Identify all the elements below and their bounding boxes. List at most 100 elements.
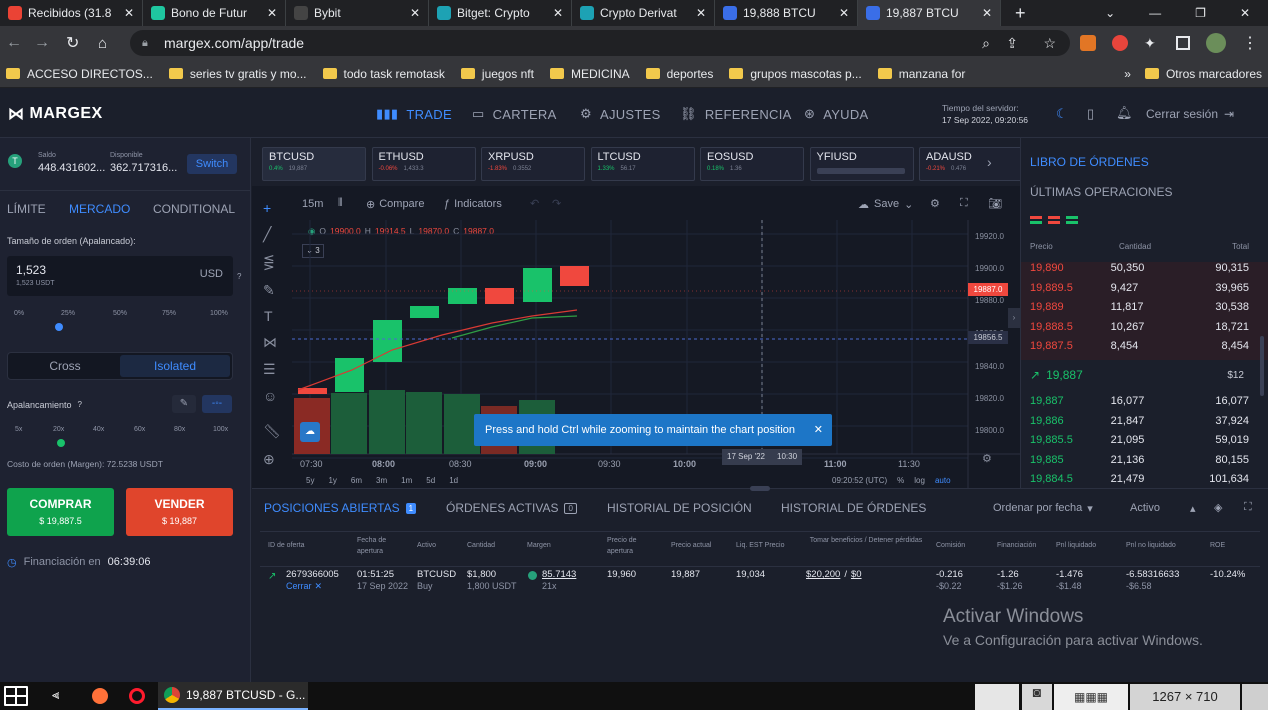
extension-icon[interactable]: [1112, 35, 1128, 51]
bookmark-folder[interactable]: MEDICINA: [549, 67, 630, 81]
bookmark-folder[interactable]: juegos nft: [460, 67, 534, 81]
tab-position-history[interactable]: HISTORIAL DE POSICIÓN: [607, 501, 752, 515]
nav-trade[interactable]: ▮▮▮ TRADE: [376, 106, 452, 122]
ruler-lines-icon[interactable]: ☰: [263, 361, 276, 378]
bookmark-folder[interactable]: series tv gratis y mo...: [168, 67, 307, 81]
bookmark-star-icon[interactable]: ☆: [1043, 35, 1056, 52]
firefox-icon[interactable]: [92, 688, 108, 704]
fib-icon[interactable]: ⋚: [263, 254, 275, 271]
windows-start-icon[interactable]: [4, 686, 28, 706]
browser-tab[interactable]: Crypto Derivat ✕: [572, 0, 715, 26]
compare-button[interactable]: ⊕ Compare: [366, 198, 424, 211]
notification-icon[interactable]: [1242, 684, 1268, 710]
opera-icon[interactable]: [129, 688, 145, 704]
nav-wallet[interactable]: ▭ CARTERA: [472, 106, 557, 122]
interval-button[interactable]: 15m: [302, 198, 323, 210]
browser-tab[interactable]: Bybit ✕: [286, 0, 429, 26]
moon-icon[interactable]: ☾: [1056, 106, 1068, 122]
nav-settings[interactable]: ⚙ AJUSTES: [580, 106, 661, 122]
asks-row[interactable]: 19,889.5 9,427 39,965: [1021, 282, 1268, 301]
tab-search-icon[interactable]: ⌄: [1105, 0, 1115, 26]
chevron-right-icon[interactable]: ›: [987, 154, 992, 170]
tp-sl-value[interactable]: $20,200/$0: [806, 569, 862, 580]
url-field[interactable]: 🔒︎ margex.com/app/trade ⌕ ⇪ ☆: [130, 30, 1070, 56]
edit-icon[interactable]: ✎: [172, 395, 196, 413]
reload-icon[interactable]: ↻: [66, 33, 79, 53]
size-slider[interactable]: 0% 25% 50% 75% 100%: [7, 308, 235, 332]
close-icon[interactable]: ✕: [814, 414, 823, 446]
margex-logo[interactable]: ⋈ MARGEX: [8, 104, 103, 124]
bookmark-folder-other[interactable]: Otros marcadores: [1144, 67, 1262, 81]
brush-icon[interactable]: ✎: [263, 282, 275, 299]
ticker-ltcusd[interactable]: LTCUSD 1.33% 56.17: [590, 147, 695, 181]
tab-limit[interactable]: LÍMITE: [7, 202, 46, 216]
asks-row[interactable]: 19,890 50,350 90,315: [1021, 262, 1268, 281]
extensions-puzzle-icon[interactable]: ✦: [1144, 35, 1156, 52]
record-icon[interactable]: [975, 684, 1019, 710]
metamask-icon[interactable]: [1080, 35, 1096, 51]
menu-icon[interactable]: ⋮: [1242, 33, 1258, 53]
collapse-handle-icon[interactable]: ›: [1008, 308, 1020, 328]
order-size-input[interactable]: 1,523 1,523 USDT USD: [7, 256, 233, 296]
back-icon[interactable]: ←: [6, 34, 22, 52]
sidepanel-icon[interactable]: [1176, 36, 1190, 50]
text-icon[interactable]: T: [264, 308, 273, 324]
recent-trades-tab[interactable]: ÚLTIMAS OPERACIONES: [1030, 185, 1172, 199]
browser-tab-active[interactable]: 19,887 BTCU ✕: [858, 0, 1001, 26]
leverage-slider[interactable]: 5x 20x 40x 60x 80x 100x: [7, 424, 235, 450]
active-filter[interactable]: Activo ▴: [1130, 502, 1196, 515]
tab-open-positions[interactable]: POSICIONES ABIERTAS 1: [264, 501, 417, 515]
home-icon[interactable]: ⌂: [98, 35, 107, 52]
close-icon[interactable]: ✕: [553, 6, 563, 20]
help-icon[interactable]: ?: [78, 400, 82, 410]
cross-mode[interactable]: Cross: [10, 355, 120, 377]
fullscreen-icon[interactable]: ⛶: [960, 197, 968, 210]
bookmark-folder[interactable]: deportes: [645, 67, 713, 81]
close-icon[interactable]: ✕: [267, 6, 277, 20]
help-icon[interactable]: ?: [237, 272, 241, 281]
browser-tab[interactable]: Bitget: Crypto ✕: [429, 0, 572, 26]
window-close-icon[interactable]: ✕: [1240, 0, 1250, 26]
trendline-icon[interactable]: ╱: [263, 226, 271, 243]
bookmark-folder[interactable]: grupos mascotas p...: [729, 67, 862, 81]
logout-button[interactable]: Cerrar sesión ⇥: [1146, 107, 1234, 121]
emoji-icon[interactable]: ☺: [263, 388, 277, 404]
tab-active-orders[interactable]: ÓRDENES ACTIVAS 0: [446, 501, 577, 515]
book-asks-icon[interactable]: [1048, 216, 1060, 224]
more-bookmarks-icon[interactable]: »: [1124, 67, 1131, 81]
pattern-icon[interactable]: ⋈: [263, 334, 277, 351]
zoom-icon[interactable]: ⌕: [982, 35, 990, 52]
indicators-button[interactable]: ƒ Indicators: [444, 198, 502, 210]
bookmark-folder[interactable]: todo task remotask: [322, 67, 445, 81]
ticker-btcusd[interactable]: BTCUSD 0.4% 19,887: [262, 147, 366, 181]
book-bids-icon[interactable]: [1066, 216, 1078, 224]
buy-button[interactable]: COMPRAR $ 19,887.5: [7, 488, 114, 536]
crosshair-icon[interactable]: +: [263, 200, 271, 216]
redo-icon[interactable]: ↷: [552, 197, 561, 210]
close-icon[interactable]: ✕: [410, 6, 420, 20]
bookmark-folder[interactable]: ACCESO DIRECTOS...: [6, 67, 153, 81]
eye-icon[interactable]: ◈: [1214, 501, 1222, 514]
asks-row[interactable]: 19,888.5 10,267 18,721: [1021, 321, 1268, 340]
ticker-adausd[interactable]: ADAUSD -0.21% 0.476: [919, 147, 1023, 181]
timeaxis-settings-icon[interactable]: ⚙: [982, 452, 992, 465]
switch-button[interactable]: Switch: [187, 154, 237, 174]
share-icon[interactable]: ⇪: [1006, 35, 1018, 52]
new-tab-icon[interactable]: +: [1001, 0, 1040, 26]
minimize-icon[interactable]: —: [1149, 0, 1161, 26]
undo-icon[interactable]: ↶: [530, 197, 539, 210]
asks-row[interactable]: 19,889 11,817 30,538: [1021, 301, 1268, 320]
bids-row[interactable]: 19,885.5 21,095 59,019: [1021, 434, 1268, 453]
forward-icon[interactable]: →: [34, 34, 50, 52]
bookmark-folder[interactable]: manzana for: [877, 67, 965, 81]
close-icon[interactable]: ✕: [839, 6, 849, 20]
nav-referral[interactable]: ⛓ REFERENCIA: [680, 106, 792, 122]
close-icon[interactable]: ✕: [124, 6, 134, 20]
browser-tab[interactable]: Recibidos (31.8 ✕: [0, 0, 143, 26]
bids-row[interactable]: 19,887 16,077 16,077: [1021, 395, 1268, 414]
tab-conditional[interactable]: CONDITIONAL: [153, 202, 235, 216]
camera-icon[interactable]: 📷︎: [988, 197, 1002, 210]
task-view-icon[interactable]: ⫷: [52, 687, 59, 703]
expand-icon[interactable]: ⛶: [1244, 501, 1252, 514]
price-chart[interactable]: ◉ O 19900.0 H 19914.5 L 19870.0 C 19887.0 ⌄ …: [292, 220, 1020, 488]
